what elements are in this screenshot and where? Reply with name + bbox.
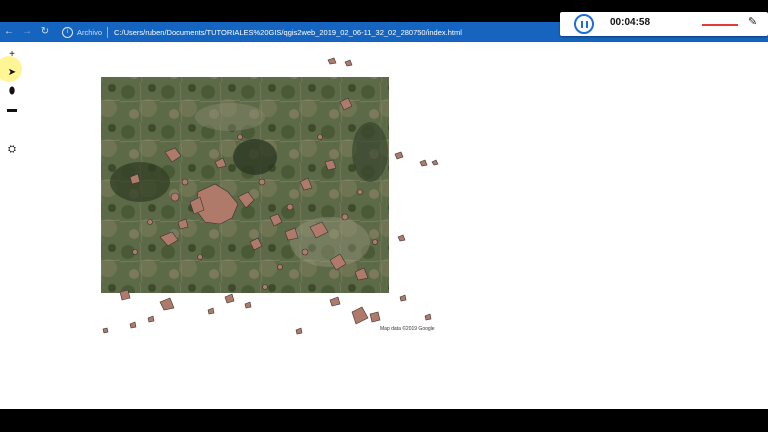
measure-icon[interactable]: ▬ bbox=[5, 103, 19, 117]
zoom-in-icon[interactable]: + bbox=[5, 48, 19, 62]
map-attribution: Map data ©2019 Google bbox=[378, 326, 437, 332]
recording-indicator bbox=[702, 24, 738, 26]
map-page: + ➤ ⬮ ▬ ⛭ Map data ©2019 Google bbox=[0, 42, 768, 409]
webcam-icon[interactable]: ✎ bbox=[748, 15, 757, 28]
url-field[interactable]: C:/Users/ruben/Documents/TUTORIALES%20GI… bbox=[114, 28, 462, 37]
reload-icon[interactable]: ↻ bbox=[36, 22, 54, 42]
screen-recorder-panel: 00:04:58 ✎ bbox=[560, 12, 768, 36]
arrow-right-icon[interactable]: → bbox=[18, 22, 36, 42]
pause-icon[interactable] bbox=[574, 14, 594, 34]
info-icon[interactable]: i bbox=[62, 26, 73, 38]
pointer-icon[interactable]: ➤ bbox=[5, 66, 19, 80]
recording-timer: 00:04:58 bbox=[610, 17, 651, 28]
address-separator bbox=[107, 26, 109, 38]
video-frame-bottom bbox=[0, 409, 768, 432]
arrow-left-icon[interactable]: ← bbox=[0, 22, 18, 42]
archivo-label: Archivo bbox=[77, 27, 103, 37]
binoculars-icon[interactable]: ⛭ bbox=[5, 143, 19, 157]
marker-icon[interactable]: ⬮ bbox=[5, 85, 19, 99]
map-canvas[interactable] bbox=[0, 42, 768, 409]
